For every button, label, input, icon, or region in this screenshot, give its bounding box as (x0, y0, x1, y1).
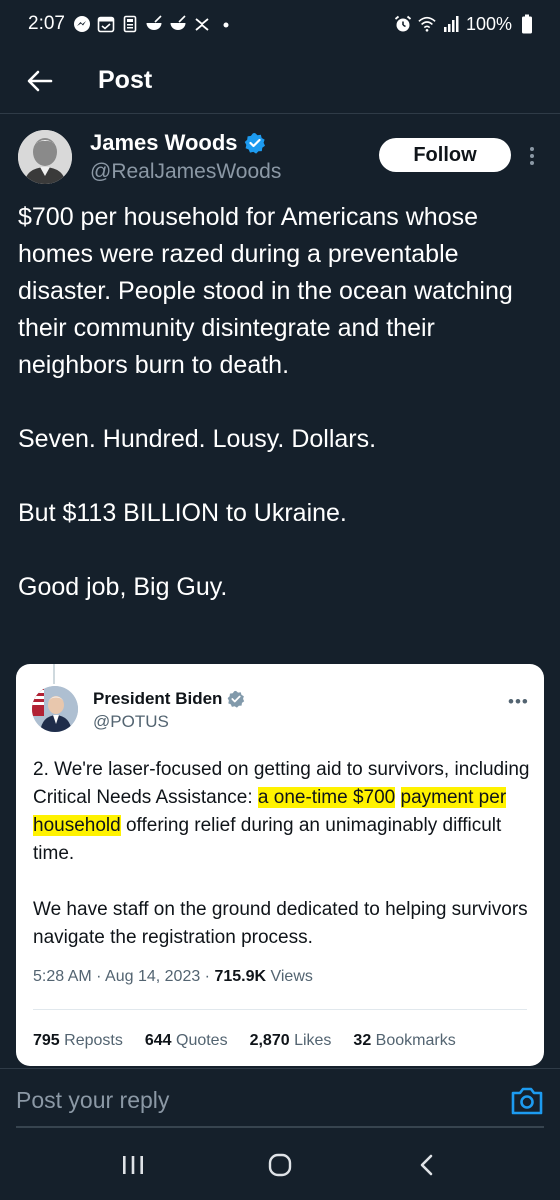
reply-bar (0, 1068, 560, 1128)
post-paragraph: Seven. Hundred. Lousy. Dollars. (18, 425, 377, 453)
likes-stat: 2,870 Likes (249, 1032, 332, 1049)
quoted-views-count: 715.9K (214, 968, 267, 985)
activity-icon (193, 15, 211, 33)
system-status: 100% (394, 14, 536, 35)
home-icon[interactable] (250, 1140, 310, 1190)
quoted-name: President Biden (93, 689, 223, 708)
page-title: Post (98, 66, 153, 94)
signal-icon (442, 15, 460, 33)
quoted-handle: @POTUS (93, 712, 169, 731)
status-time: 2:07 (28, 13, 65, 34)
battery-percent: 100% (465, 13, 512, 34)
back-arrow-icon (27, 70, 53, 91)
system-nav-bar (0, 1130, 560, 1200)
gray-verified-badge-icon (228, 690, 245, 708)
post-paragraph: $700 per household for Americans whose h… (18, 203, 513, 379)
post-paragraph: Good job, Big Guy. (18, 573, 228, 601)
quoted-meta: 5:28 AM · Aug 14, 2023 · 715.9K Views (33, 968, 313, 985)
verified-badge-icon (244, 133, 265, 154)
sim-icon (121, 15, 139, 33)
follow-button[interactable]: Follow (379, 138, 511, 172)
quoted-text: 2. We're laser-focused on getting aid to… (33, 759, 530, 948)
top-app-bar: Post (0, 48, 560, 114)
food-bowl-icon (145, 15, 163, 33)
attached-image[interactable]: President Biden @POTUS ••• 2. We're lase… (16, 664, 544, 1066)
quoted-more-icon: ••• (508, 692, 529, 711)
author-name[interactable]: James Woods (90, 130, 238, 156)
highlighted-text: a one-time $700 (257, 787, 396, 808)
back-button[interactable] (20, 61, 60, 101)
post-paragraph: But $113 BILLION to Ukraine. (18, 499, 347, 527)
notification-icons (73, 15, 235, 33)
messenger-icon (73, 15, 91, 33)
alarm-icon (394, 15, 412, 33)
reposts-stat: 795 Reposts (33, 1032, 123, 1049)
back-nav-icon[interactable] (397, 1140, 457, 1190)
battery-icon (518, 14, 536, 34)
author-handle[interactable]: @RealJamesWoods (90, 160, 281, 184)
quoted-timestamp: 5:28 AM · Aug 14, 2023 · (33, 968, 215, 985)
wifi-icon (418, 15, 436, 33)
post-author: James Woods @RealJamesWoods Follow (0, 126, 560, 196)
food-bowl-icon-2 (169, 15, 187, 33)
camera-icon[interactable] (510, 1086, 544, 1116)
more-options-icon[interactable] (520, 140, 544, 172)
recent-apps-icon[interactable] (103, 1140, 163, 1190)
author-avatar[interactable] (18, 130, 72, 184)
status-bar: 2:07 100% (0, 0, 560, 48)
quotes-stat: 644 Quotes (144, 1032, 228, 1049)
post-text: $700 per household for Americans whose h… (18, 199, 542, 606)
quoted-stats: 795 Reposts 644 Quotes 2,870 Likes 32 Bo… (33, 1032, 456, 1050)
reply-input[interactable] (16, 1087, 486, 1114)
calendar-icon (97, 15, 115, 33)
bookmarks-stat: 32 Bookmarks (353, 1032, 456, 1049)
quoted-avatar (32, 686, 78, 732)
dot-icon (217, 15, 235, 33)
